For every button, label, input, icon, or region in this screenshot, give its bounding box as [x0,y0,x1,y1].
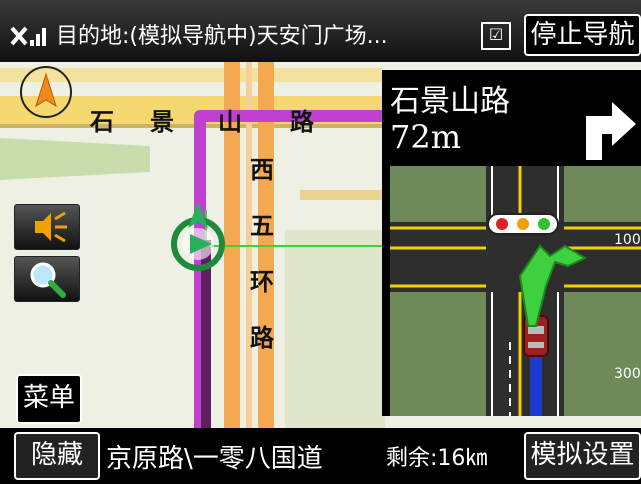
scale-label: 300 [614,366,641,382]
map-road-label-char: 山 [218,107,242,136]
current-position-icon [171,202,225,271]
destination-dropdown-button[interactable]: ☑ [481,22,511,50]
compass-icon[interactable] [20,66,72,118]
status-bar: 目的地:(模拟导航中)天安门广场... ☑ 停止导航 [0,0,641,62]
guidance-panel: 石景山路 72m 100 300 [382,70,641,416]
zoom-button[interactable] [14,256,80,302]
simulation-settings-button[interactable]: 模拟设置 [524,432,641,480]
map-road-label-char: 石 [90,107,114,136]
destination-text: 目的地:(模拟导航中)天安门广场... [56,24,388,49]
distance-to-turn: 72m [390,118,462,156]
gps-signal-icon [10,26,46,46]
scale-label: 100 [614,232,641,248]
volume-button[interactable] [14,204,80,250]
map-road-label-char: 环 [250,267,274,296]
map-road-label-char: 五 [250,211,274,240]
stop-navigation-button[interactable]: 停止导航 [524,14,641,56]
menu-button[interactable]: 菜单 [16,374,82,424]
magnifier-icon [30,262,66,298]
map-road-label-char: 路 [250,323,274,352]
turn-right-icon [568,76,641,168]
bottom-bar: 隐藏 京原路\一零八国道 剩余:16㎞ 模拟设置 [0,428,641,484]
map-road-label-char: 景 [150,107,174,136]
speaker-icon [35,211,67,243]
map-road-label-char: 西 [250,155,274,184]
current-road-name: 京原路\一零八国道 [106,444,323,474]
next-road-name: 石景山路 [390,84,510,119]
junction-view: 100 300 [390,166,641,416]
map-road-label-char: 路 [290,107,314,136]
hide-button[interactable]: 隐藏 [14,432,100,480]
remaining-distance: 剩余:16㎞ [386,446,488,471]
